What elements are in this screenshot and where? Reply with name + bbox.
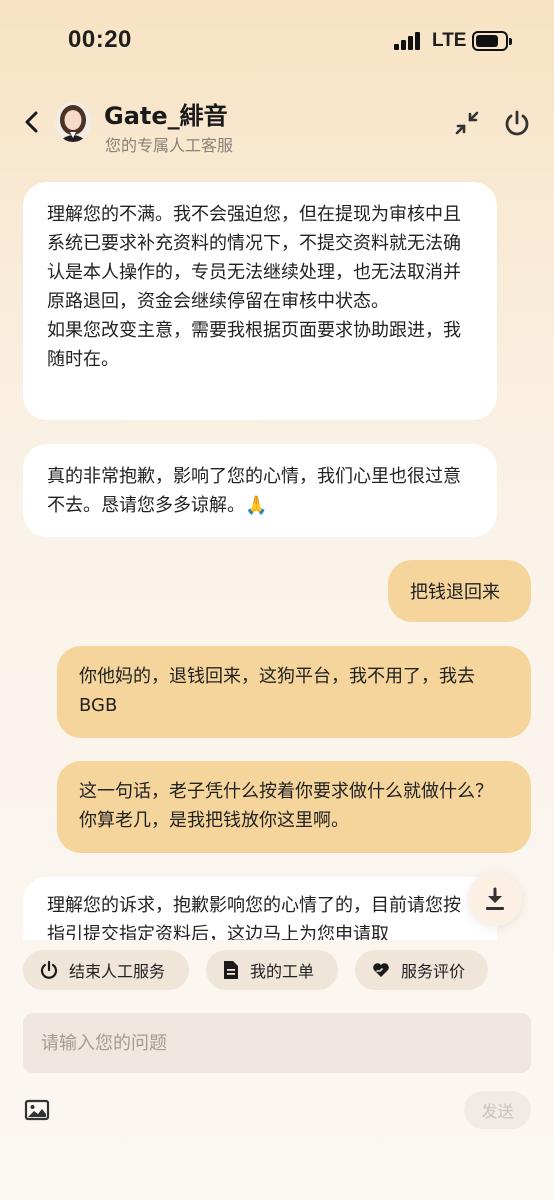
- scroll-to-bottom-button[interactable]: [468, 872, 522, 926]
- message-text: 把钱退回来: [410, 582, 500, 603]
- minimize-icon: [455, 111, 479, 135]
- end-service-button[interactable]: 结束人工服务: [23, 950, 189, 990]
- my-tickets-label: 我的工单: [250, 962, 315, 981]
- chat-area[interactable]: 理解您的不满。我不会强迫您，但在提现为审核中且系统已要求补充资料的情况下，不提交…: [0, 180, 554, 940]
- power-icon: [505, 110, 529, 136]
- message-input-container: [23, 1013, 531, 1073]
- my-tickets-button[interactable]: 我的工单: [206, 950, 338, 990]
- agent-subtitle: 您的专属人工客服: [105, 136, 234, 155]
- message-text: 真的非常抱歉，影响了您的心情，我们心里也很过意不去。恳请您多多谅解。🙏: [47, 466, 461, 516]
- heart-hand-icon: [373, 963, 389, 977]
- avatar-image: [55, 102, 91, 142]
- status-time: 00:20: [68, 26, 132, 53]
- message-text: 这一句话，老子凭什么按着你要求做什么就做什么？你算老几，是我把钱放你这里啊。: [79, 781, 493, 831]
- agent-message: 真的非常抱歉，影响了您的心情，我们心里也很过意不去。恳请您多多谅解。🙏: [23, 444, 497, 537]
- signal-icon: [394, 32, 422, 50]
- battery-icon: [472, 31, 512, 51]
- user-message: 你他妈的，退钱回来，这狗平台，我不用了，我去BGB: [57, 646, 531, 738]
- message-text: 你他妈的，退钱回来，这狗平台，我不用了，我去BGB: [79, 666, 475, 716]
- back-icon: [25, 111, 38, 133]
- send-button[interactable]: 发送: [464, 1091, 531, 1129]
- image-icon: [24, 1099, 50, 1121]
- agent-avatar[interactable]: [55, 102, 91, 142]
- power-icon: [40, 960, 58, 979]
- rate-service-button[interactable]: 服务评价: [355, 950, 488, 990]
- chat-header: Gate_緋音 您的专属人工客服: [0, 90, 554, 160]
- minimize-button[interactable]: [452, 108, 482, 138]
- user-message: 把钱退回来: [388, 560, 531, 622]
- agent-message: 理解您的诉求，抱歉影响您的心情了的，目前请您按指引提交指定资料后，这边马上为您申…: [23, 877, 497, 940]
- document-icon: [224, 961, 238, 979]
- message-input[interactable]: [23, 1013, 531, 1073]
- image-upload-button[interactable]: [24, 1099, 50, 1121]
- back-button[interactable]: [20, 108, 44, 136]
- status-bar: 00:20 LTE: [0, 0, 554, 80]
- message-text: 理解您的不满。我不会强迫您，但在提现为审核中且系统已要求补充资料的情况下，不提交…: [47, 204, 461, 370]
- end-service-label: 结束人工服务: [69, 962, 166, 981]
- agent-message: 理解您的不满。我不会强迫您，但在提现为审核中且系统已要求补充资料的情况下，不提交…: [23, 182, 497, 420]
- rate-service-label: 服务评价: [401, 962, 466, 981]
- user-message: 这一句话，老子凭什么按着你要求做什么就做什么？你算老几，是我把钱放你这里啊。: [57, 761, 531, 853]
- download-icon: [486, 887, 504, 910]
- message-text: 理解您的诉求，抱歉影响您的心情了的，目前请您按指引提交指定资料后，这边马上为您申…: [47, 895, 461, 940]
- network-type: LTE: [432, 30, 467, 51]
- agent-name: Gate_緋音: [104, 102, 228, 130]
- power-button[interactable]: [502, 108, 532, 138]
